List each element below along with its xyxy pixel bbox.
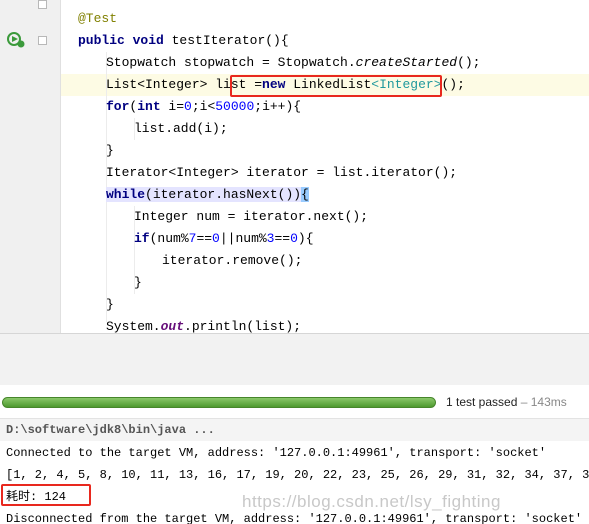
run-test-icon[interactable] <box>6 31 26 49</box>
highlight-box-elapsed <box>1 484 91 506</box>
test-duration: 143ms <box>530 395 567 409</box>
code-line-if-cond: if(num%7==0||num%3==0){ <box>134 231 314 246</box>
console-output-list: [1, 2, 4, 5, 8, 10, 11, 13, 16, 17, 19, … <box>6 468 589 482</box>
watermark: https://blog.csdn.net/lsy_fighting <box>242 492 501 511</box>
code-line-list-add: list.add(i); <box>134 121 228 136</box>
test-progress-bar <box>2 397 436 408</box>
code-line-next-call: Integer num = iterator.next(); <box>134 209 369 224</box>
code-line-close-brace: } <box>106 143 114 158</box>
console-command[interactable]: D:\software\jdk8\bin\java ... <box>6 419 215 441</box>
code-line-stopwatch: Stopwatch stopwatch = Stopwatch.createSt… <box>106 55 481 70</box>
code-line-close-brace: } <box>134 275 142 290</box>
code-line-close-brace: } <box>106 297 114 312</box>
console-connected-line: Connected to the target VM, address: '12… <box>6 446 547 460</box>
code-line-method-decl: public void testIterator(){ <box>78 33 289 48</box>
code-editor[interactable]: @Test public void testIterator(){ Stopwa… <box>0 0 589 333</box>
gutter-separator <box>60 0 61 333</box>
test-status-text: 1 test passed <box>446 395 518 409</box>
code-line-iterator-decl: Iterator<Integer> iterator = list.iterat… <box>106 165 458 180</box>
fold-marker[interactable] <box>38 0 47 9</box>
highlight-box-new-linkedlist <box>230 75 442 97</box>
code-line-for-loop: for(int i=0;i<50000;i++){ <box>106 99 302 114</box>
panel-splitter[interactable] <box>0 333 589 386</box>
code-line-while-loop: while(iterator.hasNext()){ <box>106 187 309 202</box>
test-status: 1 test passed – 143ms <box>446 395 567 409</box>
code-line-println: System.out.println(list); <box>106 319 302 333</box>
code-line-remove-call: iterator.remove(); <box>162 253 303 268</box>
fold-marker[interactable] <box>38 36 47 45</box>
code-area: @Test public void testIterator(){ Stopwa… <box>78 0 480 333</box>
code-line-annotation: @Test <box>78 11 118 26</box>
editor-gutter <box>0 0 60 333</box>
